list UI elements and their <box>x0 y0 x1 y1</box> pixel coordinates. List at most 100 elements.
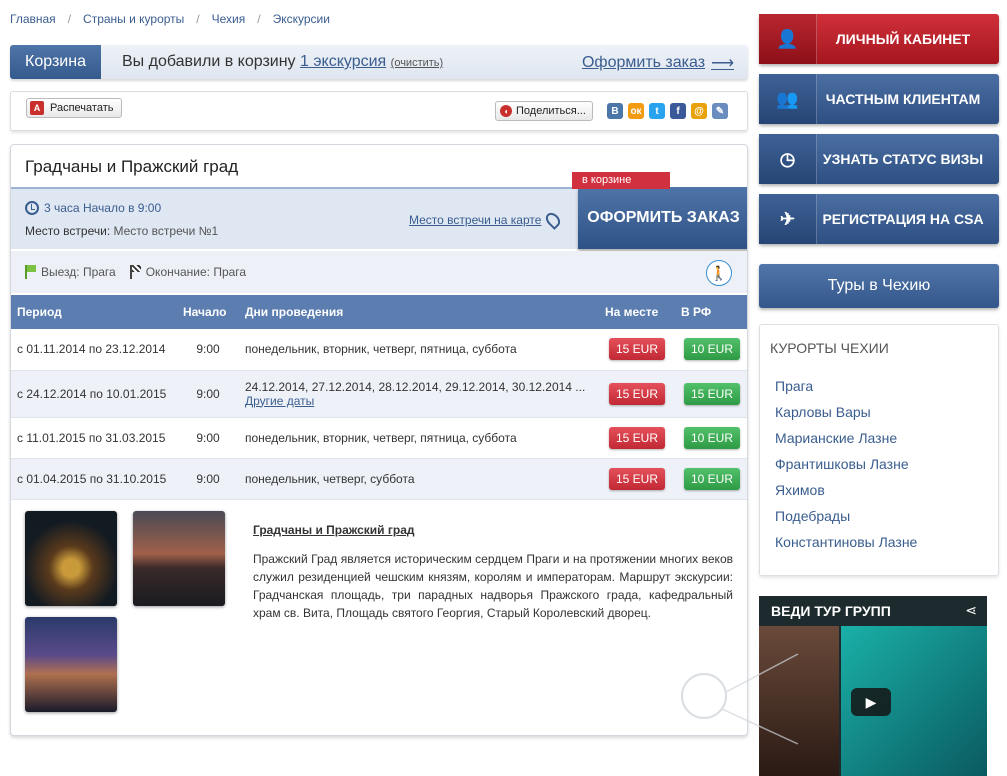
row-start: 9:00 <box>177 329 239 371</box>
table-row: с 24.12.2014 по 10.01.2015 9:00 24.12.20… <box>11 370 747 418</box>
cart-bar: Корзина Вы добавили в корзину 1 экскурси… <box>10 45 748 79</box>
user-icon: 👤 <box>759 14 817 64</box>
breadcrumb-countries[interactable]: Страны и курорты <box>83 12 184 26</box>
departure-text: Выезд: Прага <box>41 265 116 279</box>
col-local-price: На месте <box>599 295 675 329</box>
pdf-icon: A <box>30 101 44 115</box>
local-price-button[interactable]: 15 EUR <box>609 467 665 490</box>
tour-photo[interactable] <box>133 511 225 606</box>
resort-link[interactable]: Прага <box>775 378 917 404</box>
tours-czech-button[interactable]: Туры в Чехию <box>759 264 999 308</box>
row-period: с 24.12.2014 по 10.01.2015 <box>11 370 177 418</box>
schedule-header-row: Период Начало Дни проведения На месте В … <box>11 295 747 329</box>
breadcrumb-home[interactable]: Главная <box>10 12 56 26</box>
checkout-link[interactable]: Оформить заказ ⟶ <box>582 53 734 73</box>
row-start: 9:00 <box>177 458 239 500</box>
resort-link[interactable]: Карловы Вары <box>775 404 917 430</box>
row-period: с 01.11.2014 по 23.12.2014 <box>11 329 177 371</box>
breadcrumb-czech[interactable]: Чехия <box>212 12 246 26</box>
arrow-right-icon: ⟶ <box>711 55 734 72</box>
personal-account-button[interactable]: 👤 ЛИЧНЫЙ КАБИНЕТ <box>759 14 999 64</box>
cart-count-link[interactable]: 1 экскурсия <box>300 53 386 70</box>
livejournal-icon[interactable]: ✎ <box>712 103 728 119</box>
cart-tab[interactable]: Корзина <box>10 45 101 79</box>
rf-price-button[interactable]: 10 EUR <box>684 426 740 449</box>
meeting-point-value: Место встречи №1 <box>113 224 219 238</box>
table-row: с 01.11.2014 по 23.12.2014 9:00 понедель… <box>11 329 747 371</box>
rf-price-button[interactable]: 15 EUR <box>684 382 740 405</box>
resort-link[interactable]: Марианские Лазне <box>775 430 917 456</box>
vk-icon[interactable]: B <box>607 103 623 119</box>
in-cart-badge: в корзине <box>572 172 670 189</box>
local-price-button[interactable]: 15 EUR <box>609 426 665 449</box>
start-flag-icon <box>25 265 37 279</box>
rf-price-button[interactable]: 10 EUR <box>684 338 740 361</box>
meeting-map-link[interactable]: Место встречи на карте <box>409 210 564 230</box>
video-widget[interactable]: ВЕДИ ТУР ГРУПП ⋖ ▶ <box>759 596 987 776</box>
other-dates-link[interactable]: Другие даты <box>245 394 593 408</box>
rf-price-button[interactable]: 10 EUR <box>684 467 740 490</box>
resort-link[interactable]: Франтишковы Лазне <box>775 456 917 482</box>
breadcrumb-separator: / <box>196 12 200 26</box>
clock-icon: ◷ <box>759 134 817 184</box>
meeting-map-label: Место встречи на карте <box>409 213 542 227</box>
csa-registration-label: РЕГИСТРАЦИЯ НА CSA <box>822 211 984 227</box>
order-button[interactable]: ОФОРМИТЬ ЗАКАЗ <box>578 187 747 249</box>
people-icon: 👥 <box>759 74 817 124</box>
share-icon[interactable]: ⋖ <box>965 602 977 619</box>
visa-status-button[interactable]: ◷ УЗНАТЬ СТАТУС ВИЗЫ <box>759 134 999 184</box>
resort-link[interactable]: Яхимов <box>775 482 917 508</box>
resorts-panel: КУРОРТЫ ЧЕХИИ Прага Карловы Вары Марианс… <box>759 324 999 576</box>
facebook-icon[interactable]: f <box>670 103 686 119</box>
row-days: понедельник, вторник, четверг, пятница, … <box>239 329 599 371</box>
tour-duration-text: 3 часа Начало в 9:00 <box>44 201 162 215</box>
col-days: Дни проведения <box>239 295 599 329</box>
tour-duration: 3 часа Начало в 9:00 <box>25 201 161 215</box>
twitter-icon[interactable]: t <box>649 103 665 119</box>
breadcrumb-excursions[interactable]: Экскурсии <box>273 12 330 26</box>
local-price-button[interactable]: 15 EUR <box>609 338 665 361</box>
share-label: Поделиться... <box>516 105 586 117</box>
mailru-icon[interactable]: @ <box>691 103 707 119</box>
local-price-button[interactable]: 15 EUR <box>609 382 665 405</box>
route-band: Выезд: Прага Окончание: Прага 🚶 <box>11 251 747 293</box>
row-days: 24.12.2014, 27.12.2014, 28.12.2014, 29.1… <box>239 370 599 418</box>
finish-flag-icon <box>129 265 142 279</box>
video-presenter-frame <box>759 626 839 776</box>
table-row: с 11.01.2015 по 31.03.2015 9:00 понедель… <box>11 417 747 459</box>
row-days: понедельник, вторник, четверг, пятница, … <box>239 417 599 459</box>
csa-registration-button[interactable]: ✈ РЕГИСТРАЦИЯ НА CSA <box>759 194 999 244</box>
private-clients-button[interactable]: 👥 ЧАСТНЫМ КЛИЕНТАМ <box>759 74 999 124</box>
route-info: Выезд: Прага Окончание: Прага <box>25 265 246 279</box>
col-rf-price: В РФ <box>675 295 747 329</box>
share-button[interactable]: ◖ Поделиться... <box>495 101 593 121</box>
row-period: с 11.01.2015 по 31.03.2015 <box>11 417 177 459</box>
share-dot-icon: ◖ <box>500 105 512 117</box>
tour-title: Градчаны и Пражский град <box>25 157 239 176</box>
schedule-table: Период Начало Дни проведения На месте В … <box>11 295 747 500</box>
play-button[interactable]: ▶ <box>851 688 891 716</box>
cart-message: Вы добавили в корзину 1 экскурсия (очист… <box>122 53 443 71</box>
row-period: с 01.04.2015 по 31.10.2015 <box>11 458 177 500</box>
resort-link[interactable]: Подебрады <box>775 508 917 534</box>
map-pin-icon <box>543 210 564 230</box>
row-days-text: 24.12.2014, 27.12.2014, 28.12.2014, 29.1… <box>245 379 586 394</box>
tour-photo[interactable] <box>25 511 117 606</box>
meeting-point: Место встречи: Место встречи №1 <box>25 224 218 238</box>
cart-clear-link[interactable]: (очистить) <box>391 57 444 69</box>
odnoklassniki-icon[interactable]: ок <box>628 103 644 119</box>
walking-tour-icon: 🚶 <box>706 260 732 286</box>
row-start: 9:00 <box>177 370 239 418</box>
tour-photo[interactable] <box>25 617 117 712</box>
description-title[interactable]: Градчаны и Пражский град <box>253 523 415 537</box>
share-toolbar: A Распечатать ◖ Поделиться... B ок t f @… <box>10 91 748 131</box>
private-clients-label: ЧАСТНЫМ КЛИЕНТАМ <box>825 91 981 107</box>
description-text: Пражский Град является историческим серд… <box>253 552 733 620</box>
print-label: Распечатать <box>50 102 114 114</box>
row-start: 9:00 <box>177 417 239 459</box>
breadcrumb-separator: / <box>257 12 261 26</box>
checkout-label: Оформить заказ <box>581 54 706 71</box>
resort-link[interactable]: Константиновы Лазне <box>775 534 917 560</box>
end-text: Окончание: Прага <box>145 265 247 279</box>
print-button[interactable]: A Распечатать <box>26 98 123 118</box>
